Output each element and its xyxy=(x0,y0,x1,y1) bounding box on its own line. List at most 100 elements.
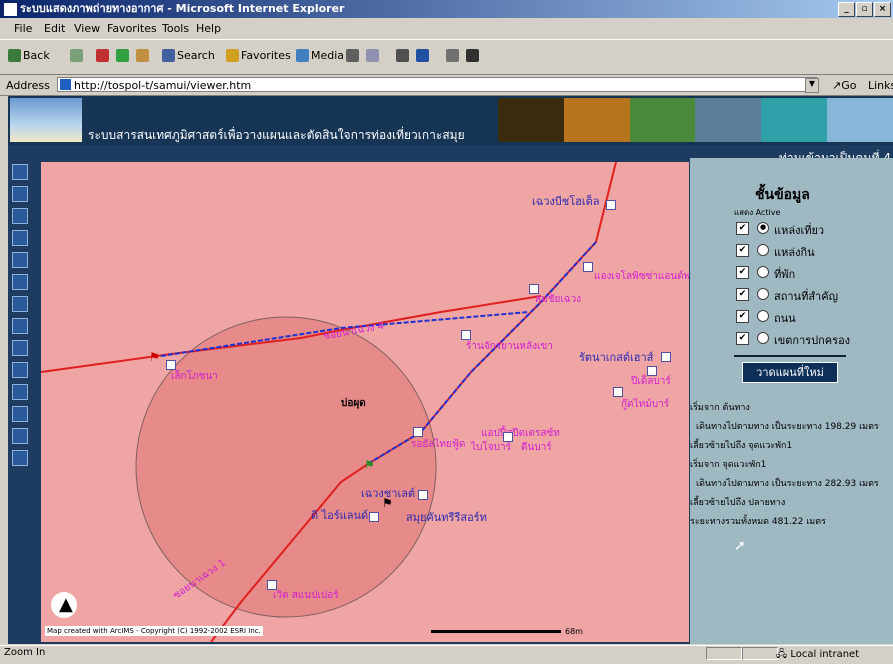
tool-zoom-in-icon[interactable] xyxy=(12,208,28,224)
layer-row-lodging[interactable]: ✔ ที่พัก xyxy=(736,264,886,281)
map-label: รอยัลไทยฟู้ด xyxy=(411,439,466,450)
favorites-icon xyxy=(226,49,239,62)
links-button[interactable]: Links xyxy=(868,79,893,92)
layer-active-radio[interactable] xyxy=(757,244,769,256)
go-button[interactable]: ↗Go xyxy=(832,79,856,92)
refresh-button[interactable] xyxy=(116,49,131,62)
restaurant-icon[interactable] xyxy=(461,330,471,340)
restaurant-icon[interactable] xyxy=(583,262,593,272)
tool-sidebar xyxy=(8,158,32,644)
map-label: บ่อผุด xyxy=(341,398,366,409)
map-label: สมุยคันทรีรีสอร์ท xyxy=(406,511,487,524)
tool-clear-icon[interactable] xyxy=(12,450,28,466)
tool-zoom-out-icon[interactable] xyxy=(12,230,28,246)
restaurant-icon[interactable] xyxy=(647,366,657,376)
back-button[interactable]: Back xyxy=(8,49,50,62)
layer-row-food[interactable]: ✔ แหล่งกิน xyxy=(736,242,886,259)
tool-overview-icon[interactable] xyxy=(12,186,28,202)
home-button[interactable] xyxy=(136,49,151,62)
restaurant-icon[interactable] xyxy=(267,580,277,590)
search-button[interactable]: Search xyxy=(162,49,215,62)
tool-measure-icon[interactable] xyxy=(12,384,28,400)
map-label: ดีนบาร์ xyxy=(521,442,552,453)
redraw-map-button[interactable]: วาดแผนที่ใหม่ xyxy=(742,362,838,383)
tool-full-extent-icon[interactable] xyxy=(12,252,28,268)
restaurant-icon[interactable] xyxy=(503,432,513,442)
menu-edit[interactable]: Edit xyxy=(44,22,65,35)
map-canvas[interactable]: เฉวงบีชโฮเต็ล แองเจโลพิซซ่าแอนด์พ สมชัยเ… xyxy=(41,162,689,642)
layer-checkbox[interactable]: ✔ xyxy=(736,266,749,279)
restaurant-icon[interactable] xyxy=(613,387,623,397)
layer-checkbox[interactable]: ✔ xyxy=(736,244,749,257)
layer-checkbox[interactable]: ✔ xyxy=(736,310,749,323)
banner-photo-2 xyxy=(563,98,630,142)
search-icon xyxy=(162,49,175,62)
menu-favorites[interactable]: Favorites xyxy=(107,22,157,35)
close-button[interactable]: × xyxy=(874,2,891,17)
tool-find-icon[interactable] xyxy=(12,362,28,378)
layer-active-radio[interactable]: ● xyxy=(757,222,769,234)
stop-flag-icon: ⚑ xyxy=(364,458,375,472)
map-label: แอปปี้สปีดเดรสซ์ท xyxy=(481,428,560,439)
tool-identify-icon[interactable] xyxy=(12,318,28,334)
map-copyright: Map created with ArcIMS - Copyright (C) … xyxy=(45,626,263,636)
favorites-button[interactable]: Favorites xyxy=(226,49,291,62)
layer-checkbox[interactable]: ✔ xyxy=(736,288,749,301)
restaurant-icon[interactable] xyxy=(529,284,539,294)
direction-line: เริ่มจาก จุดแวะพัก1 xyxy=(690,460,767,470)
layer-row-admin-boundary[interactable]: ✔ เขตการปกครอง xyxy=(736,330,886,347)
panel-subtitle: แสดง Active xyxy=(734,208,781,217)
hotel-icon[interactable] xyxy=(606,200,616,210)
history-icon xyxy=(346,49,359,62)
banner-photo-5 xyxy=(761,98,828,142)
panel-divider xyxy=(734,355,846,357)
layer-active-radio[interactable] xyxy=(757,332,769,344)
direction-line: เริ่มจาก ต้นทาง xyxy=(690,403,750,413)
layer-active-radio[interactable] xyxy=(757,288,769,300)
hotel-icon[interactable] xyxy=(418,490,428,500)
banner-photo-4 xyxy=(695,98,762,142)
start-flag-icon: ⚑ xyxy=(149,350,160,364)
messenger-button[interactable] xyxy=(466,49,481,62)
stop-button[interactable] xyxy=(96,49,111,62)
menu-help[interactable]: Help xyxy=(196,22,221,35)
tool-route-icon[interactable] xyxy=(12,428,28,444)
layer-row-roads[interactable]: ✔ ถนน xyxy=(736,308,886,325)
forward-button[interactable] xyxy=(70,49,85,62)
restaurant-icon[interactable] xyxy=(413,427,423,437)
restore-button[interactable]: ▫ xyxy=(856,2,873,17)
layer-active-radio[interactable] xyxy=(757,266,769,278)
hotel-icon[interactable] xyxy=(661,352,671,362)
layer-active-radio[interactable] xyxy=(757,310,769,322)
mouse-cursor-icon: ➚ xyxy=(734,538,746,554)
layer-row-landmarks[interactable]: ✔ สถานที่สำคัญ xyxy=(736,286,886,303)
map-label: เฉวงบีชโฮเต็ล xyxy=(532,195,600,208)
address-field[interactable]: http://tospol-t/samui/viewer.htm xyxy=(57,77,817,92)
tool-layers-icon[interactable] xyxy=(12,164,28,180)
layer-checkbox[interactable]: ✔ xyxy=(736,332,749,345)
layer-row-attractions[interactable]: ✔ ● แหล่งเที่ยว xyxy=(736,220,886,237)
tool-pan-icon[interactable] xyxy=(12,296,28,312)
minimize-button[interactable]: _ xyxy=(838,2,855,17)
discuss-button[interactable] xyxy=(446,49,461,62)
forward-arrow-icon xyxy=(70,49,83,62)
tool-back-extent-icon[interactable] xyxy=(12,274,28,290)
menu-file[interactable]: File xyxy=(14,22,32,35)
restaurant-icon[interactable] xyxy=(166,360,176,370)
edit-button[interactable] xyxy=(416,49,431,62)
menu-tools[interactable]: Tools xyxy=(162,22,189,35)
edit-icon xyxy=(416,49,429,62)
tool-buffer-icon[interactable] xyxy=(12,406,28,422)
buffer-circle xyxy=(135,316,437,618)
address-label: Address xyxy=(6,79,50,92)
mail-button[interactable] xyxy=(366,49,381,62)
layer-checkbox[interactable]: ✔ xyxy=(736,222,749,235)
print-icon xyxy=(396,49,409,62)
tool-query-icon[interactable] xyxy=(12,340,28,356)
address-dropdown[interactable]: ▼ xyxy=(805,78,819,93)
media-button[interactable]: Media xyxy=(296,49,344,62)
history-button[interactable] xyxy=(346,49,361,62)
hotel-icon[interactable] xyxy=(369,512,379,522)
menu-view[interactable]: View xyxy=(74,22,100,35)
print-button[interactable] xyxy=(396,49,411,62)
